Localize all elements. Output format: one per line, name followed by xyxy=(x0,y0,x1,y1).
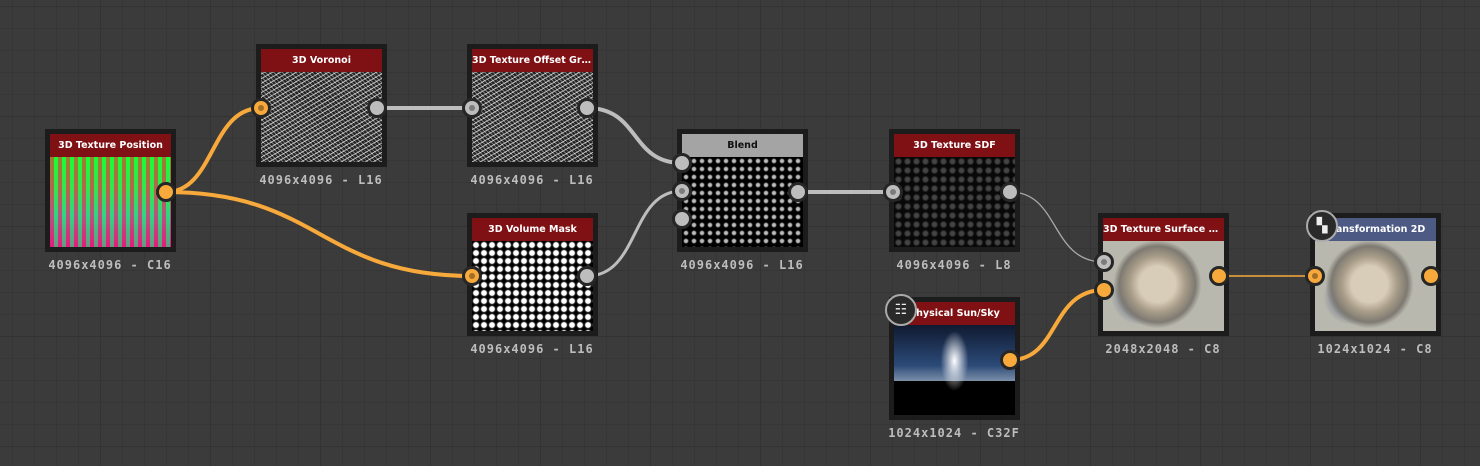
document-icon: ☷ xyxy=(885,294,917,326)
node-resolution: 4096x4096 - L16 xyxy=(470,342,594,356)
input-port[interactable] xyxy=(672,181,692,201)
output-port[interactable] xyxy=(577,98,597,118)
node-thumbnail xyxy=(1315,241,1436,331)
wire-offset-to-blend[interactable] xyxy=(585,106,684,165)
output-port[interactable] xyxy=(672,153,692,173)
node-thumbnail xyxy=(261,72,382,162)
output-port[interactable] xyxy=(1000,350,1020,370)
node-thumbnail xyxy=(1103,241,1224,331)
output-port[interactable] xyxy=(367,98,387,118)
input-port[interactable] xyxy=(251,98,271,118)
output-port[interactable] xyxy=(577,266,597,286)
output-port[interactable] xyxy=(1421,266,1441,286)
output-port[interactable] xyxy=(1209,266,1229,286)
node-resolution: 4096x4096 - L16 xyxy=(470,173,594,187)
node-title: 3D Texture Surface Ren... xyxy=(1103,218,1224,241)
output-port[interactable] xyxy=(156,182,176,202)
output-port[interactable] xyxy=(788,182,808,202)
node-resolution: 1024x1024 - C32F xyxy=(888,426,1020,440)
input-port[interactable] xyxy=(462,266,482,286)
wire-position-to-mask[interactable] xyxy=(164,190,474,278)
node-resolution: 4096x4096 - L16 xyxy=(259,173,383,187)
node-title: 3D Texture Position xyxy=(50,134,171,157)
node-title: 3D Texture Offset Gray... xyxy=(472,49,593,72)
checker-icon: ▚ xyxy=(1306,210,1338,242)
input-port[interactable] xyxy=(1094,252,1114,272)
node-resolution: 4096x4096 - C16 xyxy=(48,258,172,272)
output-port[interactable] xyxy=(672,209,692,229)
node-thumbnail xyxy=(472,72,593,162)
node-title: 3D Texture SDF xyxy=(894,134,1015,157)
output-port[interactable] xyxy=(1000,182,1020,202)
node-title: 3D Volume Mask xyxy=(472,218,593,241)
node-resolution: 4096x4096 - L16 xyxy=(680,258,804,272)
node-thumbnail xyxy=(472,241,593,331)
input-port[interactable] xyxy=(1305,266,1325,286)
output-port[interactable] xyxy=(1094,280,1114,300)
node-thumbnail xyxy=(50,157,171,247)
node-title: 3D Voronoi xyxy=(261,49,382,72)
input-port[interactable] xyxy=(462,98,482,118)
node-thumbnail xyxy=(682,157,803,247)
input-port[interactable] xyxy=(883,182,903,202)
node-title: Blend xyxy=(682,134,803,157)
node-resolution: 2048x2048 - C8 xyxy=(1105,342,1221,356)
wire-sdf-to-render[interactable] xyxy=(1009,191,1105,263)
node-thumbnail xyxy=(894,157,1015,247)
node-thumbnail xyxy=(894,325,1015,415)
node-resolution: 4096x4096 - L8 xyxy=(896,258,1012,272)
node-resolution: 1024x1024 - C8 xyxy=(1317,342,1433,356)
